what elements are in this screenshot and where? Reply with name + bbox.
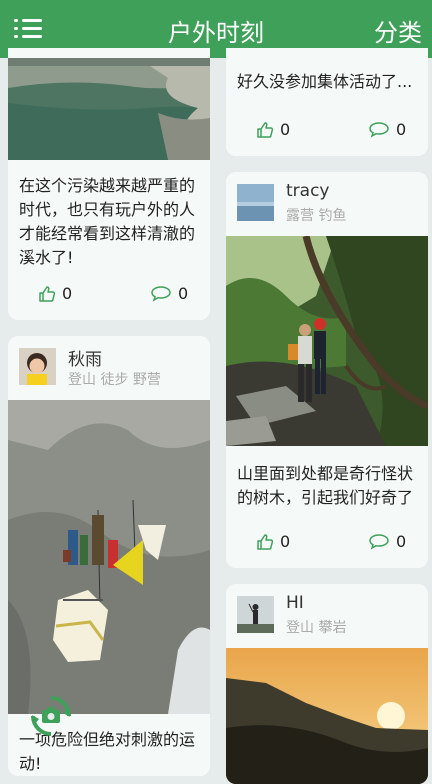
post-card[interactable]: HI 登山 攀岩 xyxy=(226,584,428,784)
post-photo[interactable] xyxy=(226,236,428,446)
comment-button[interactable]: 0 xyxy=(368,532,406,551)
avatar[interactable] xyxy=(237,184,274,221)
post-photo[interactable] xyxy=(226,648,428,784)
thumbs-up-icon xyxy=(39,285,56,302)
post-header: HI 登山 攀岩 xyxy=(226,584,428,648)
post-card[interactable]: 好久没参加集体活动了... 0 0 xyxy=(226,48,428,156)
post-photo[interactable] xyxy=(8,58,210,160)
camera-button[interactable] xyxy=(30,695,72,737)
like-count: 0 xyxy=(280,120,291,139)
post-actions: 0 0 xyxy=(226,532,428,556)
like-button[interactable]: 0 xyxy=(38,284,72,303)
comment-button[interactable]: 0 xyxy=(368,120,406,139)
comment-count: 0 xyxy=(178,284,189,303)
like-count: 0 xyxy=(280,532,291,551)
category-button[interactable]: 分类 xyxy=(374,13,422,48)
user-tags: 登山 攀岩 xyxy=(286,620,347,636)
user-name: 秋雨 xyxy=(68,350,102,370)
comment-bubble-icon xyxy=(369,121,389,138)
post-text: 在这个污染越来越严重的时代，也只有玩户外的人才能经常看到这样清澈的溪水了! xyxy=(19,176,196,267)
post-text: 山里面到处都是奇行怪状的树木，引起我们好奇了 xyxy=(237,464,414,507)
comment-bubble-icon xyxy=(369,533,389,550)
post-text: 好久没参加集体活动了... xyxy=(237,72,413,91)
comment-count: 0 xyxy=(396,120,407,139)
comment-bubble-icon xyxy=(151,285,171,302)
post-card[interactable]: tracy 露营 钓鱼 山里面到处都是奇行怪状的树木，引起我们好奇了 0 0 xyxy=(226,172,428,568)
thumbs-up-icon xyxy=(257,121,274,138)
avatar[interactable] xyxy=(19,348,56,385)
post-actions: 0 0 xyxy=(226,120,428,144)
like-count: 0 xyxy=(62,284,73,303)
post-card[interactable]: 在这个污染越来越严重的时代，也只有玩户外的人才能经常看到这样清澈的溪水了! 0 … xyxy=(8,48,210,320)
thumbs-up-icon xyxy=(257,533,274,550)
post-header: 秋雨 登山 徒步 野营 xyxy=(8,336,210,400)
like-button[interactable]: 0 xyxy=(256,120,290,139)
comment-button[interactable]: 0 xyxy=(150,284,188,303)
comment-count: 0 xyxy=(396,532,407,551)
post-header: tracy 露营 钓鱼 xyxy=(226,172,428,236)
post-photo[interactable] xyxy=(8,400,210,714)
user-tags: 露营 钓鱼 xyxy=(286,208,347,224)
camera-icon xyxy=(31,696,71,736)
like-button[interactable]: 0 xyxy=(256,532,290,551)
user-name: tracy xyxy=(286,181,330,201)
user-tags: 登山 徒步 野营 xyxy=(68,372,161,388)
post-actions: 0 0 xyxy=(8,284,210,308)
avatar[interactable] xyxy=(237,596,274,633)
page-title: 户外时刻 xyxy=(168,19,264,47)
user-name: HI xyxy=(286,593,304,613)
